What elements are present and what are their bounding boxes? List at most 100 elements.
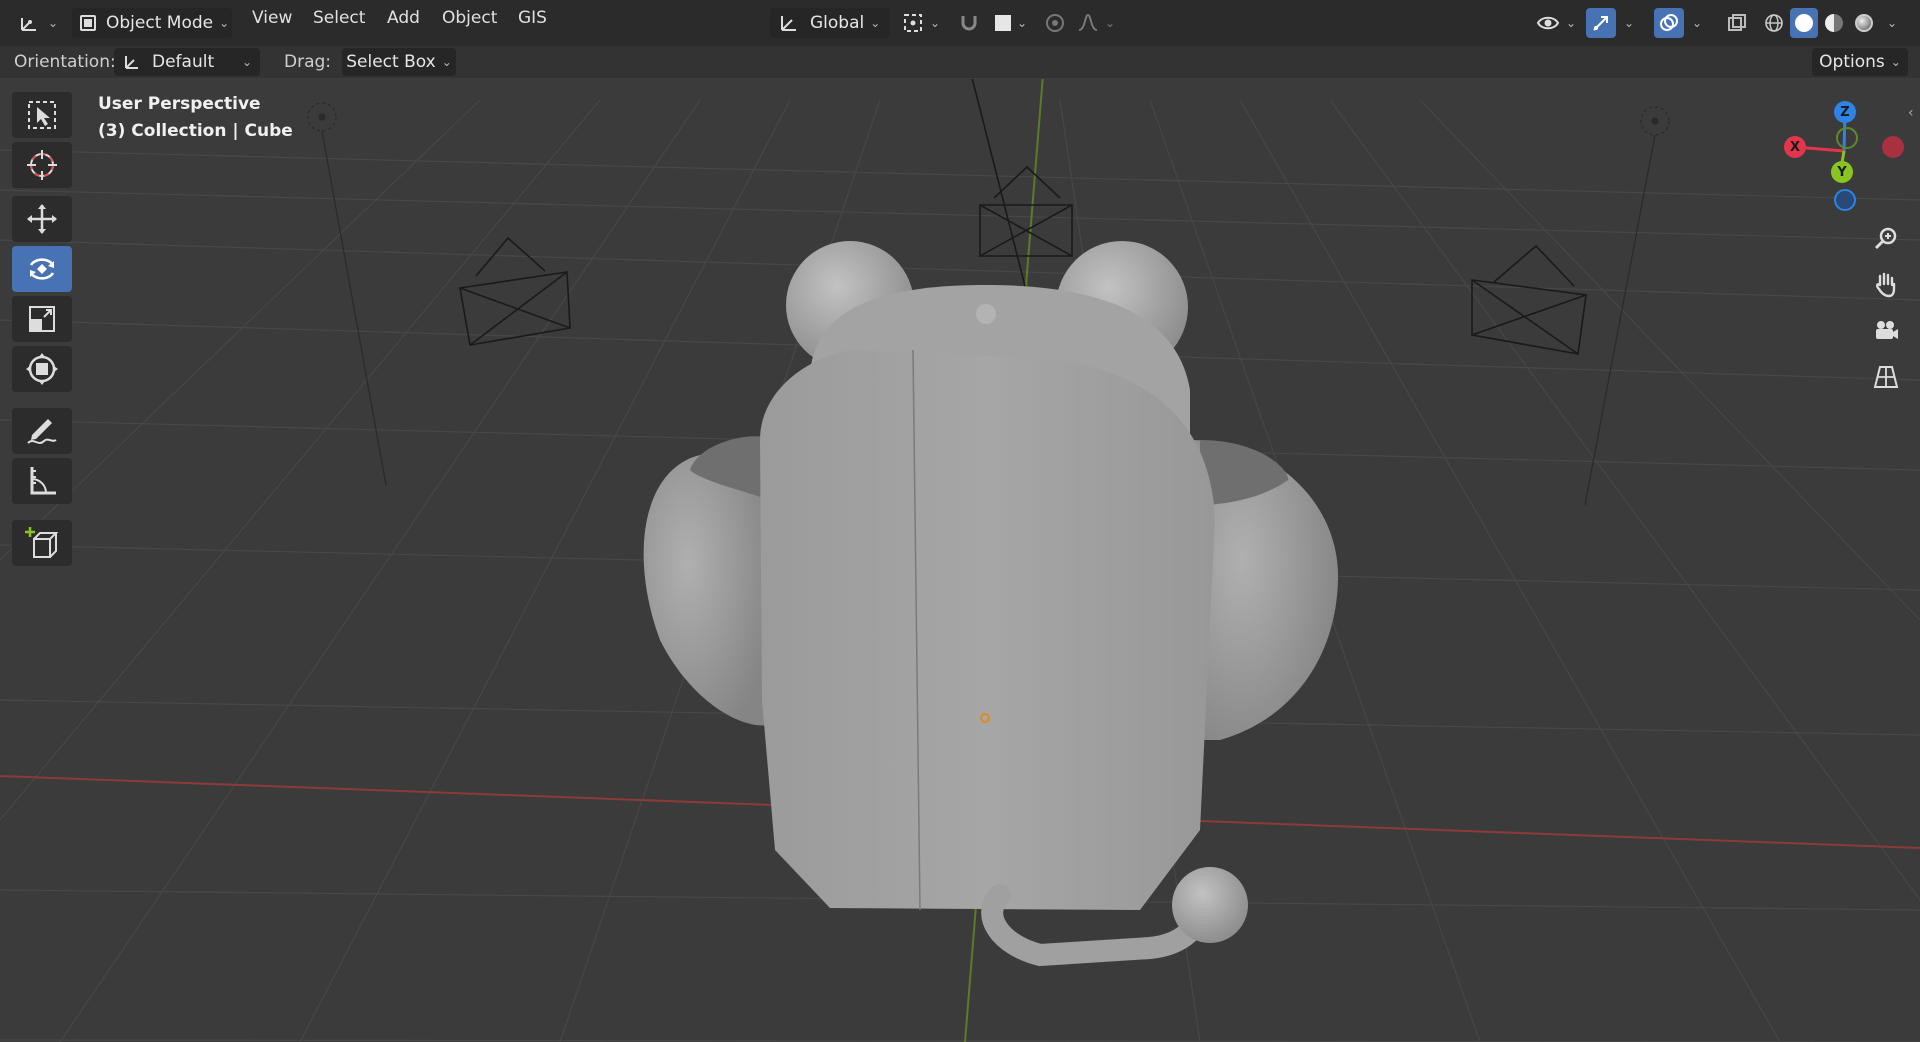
magnet-icon <box>961 16 977 31</box>
options-dropdown[interactable]: Options ⌄ <box>1812 48 1908 76</box>
gizmo-options[interactable]: ⌄ <box>1618 8 1640 38</box>
model-nub <box>976 304 996 324</box>
camera-right <box>1471 244 1587 355</box>
chevron-down-icon: ⌄ <box>929 16 941 30</box>
model-left-cup <box>643 436 770 726</box>
transform-axes-icon <box>781 16 796 31</box>
drag-dropdown[interactable]: Select Box ⌄ <box>342 48 456 76</box>
hand-icon <box>1876 272 1896 298</box>
tool-transform[interactable] <box>12 346 72 392</box>
overlays-icon <box>1660 14 1678 31</box>
editor-type-button[interactable]: ⌄ <box>16 8 60 38</box>
scale-icon <box>29 306 55 332</box>
chevron-down-icon: ⌄ <box>47 16 59 30</box>
perspective-toggle-button[interactable] <box>1866 357 1906 397</box>
visibility-button[interactable]: ⌄ <box>1534 8 1578 38</box>
zoom-icon <box>1874 227 1897 250</box>
proportional-edit-toggle[interactable] <box>1040 8 1070 38</box>
move-icon <box>27 204 57 234</box>
tool-settings-bar: Orientation: Default ⌄ Drag: Select Box … <box>0 46 1920 78</box>
xray-toggle[interactable] <box>1722 8 1752 38</box>
orientation-axes-icon <box>125 56 138 69</box>
wireframe-sphere-icon <box>1765 14 1783 32</box>
tool-measure[interactable] <box>12 458 72 504</box>
menu-object[interactable]: Object <box>442 8 497 28</box>
material-preview-button[interactable] <box>1820 8 1848 38</box>
rendered-shading-button[interactable] <box>1850 8 1878 38</box>
solid-sphere-icon <box>1795 14 1813 32</box>
grid-perspective-icon <box>1873 366 1899 388</box>
mode-selector[interactable]: Object Mode ⌄ <box>72 8 232 38</box>
viewport-scene <box>0 79 1920 1042</box>
video-camera-icon <box>1876 321 1898 339</box>
pencil-icon <box>27 419 57 444</box>
falloff-curve-icon <box>1078 13 1098 31</box>
model-right-cup <box>1190 440 1339 740</box>
axes-icon <box>20 18 36 31</box>
cursor-icon <box>27 150 57 180</box>
snap-square-icon <box>994 15 1011 31</box>
gizmo-toggle[interactable] <box>1586 8 1616 38</box>
gizmo-x-axis[interactable]: X <box>1784 136 1806 158</box>
camera-view-button[interactable] <box>1866 311 1906 351</box>
model-tail-ball <box>1172 867 1248 943</box>
add-cube-icon <box>25 527 59 558</box>
orientation-value: Default <box>152 52 215 72</box>
pan-button[interactable] <box>1866 264 1906 304</box>
snap-toggle[interactable] <box>954 8 984 38</box>
chevron-down-icon: ⌄ <box>1565 16 1577 30</box>
tool-add-cube[interactable] <box>12 520 72 566</box>
tool-scale[interactable] <box>12 296 72 342</box>
zoom-button[interactable] <box>1866 219 1906 259</box>
drag-value: Select Box <box>346 52 436 72</box>
solid-shading-button[interactable] <box>1790 8 1818 38</box>
navigation-gizmo[interactable]: Z X Y <box>1770 99 1910 219</box>
menu-view[interactable]: View <box>252 8 292 28</box>
xray-icon <box>1728 14 1746 31</box>
chevron-down-icon: ⌄ <box>1016 16 1028 30</box>
gizmo-z-axis[interactable]: Z <box>1834 101 1856 123</box>
sidebar-toggle[interactable]: ‹ <box>1908 105 1920 125</box>
options-label: Options <box>1819 52 1885 72</box>
overlays-options[interactable]: ⌄ <box>1686 8 1708 38</box>
menu-add[interactable]: Add <box>387 8 420 28</box>
chevron-down-icon: ⌄ <box>441 55 452 69</box>
pivot-point-button[interactable]: ⌄ <box>898 8 944 38</box>
chevron-down-icon: ⌄ <box>1691 16 1703 30</box>
menu-gis[interactable]: GIS <box>518 8 547 28</box>
drag-label: Drag: <box>284 52 332 72</box>
chevron-down-icon: ⌄ <box>241 55 252 69</box>
transform-orientation-selector[interactable]: Global ⌄ <box>770 8 890 38</box>
menu-select[interactable]: Select <box>313 8 365 28</box>
viewport-header: ⌄ Object Mode ⌄ View Select Add Object G… <box>0 0 1920 47</box>
object-mode-icon <box>80 15 96 31</box>
gizmo-neg-y-axis[interactable] <box>1836 127 1858 149</box>
shading-options[interactable]: ⌄ <box>1880 8 1904 38</box>
view-name: User Perspective <box>98 94 261 114</box>
gizmo-neg-x-axis[interactable] <box>1882 136 1904 158</box>
gizmo-y-axis[interactable]: Y <box>1831 161 1853 183</box>
chevron-down-icon: ⌄ <box>1104 16 1116 30</box>
tool-annotate[interactable] <box>12 408 72 454</box>
tool-rotate[interactable] <box>12 246 72 292</box>
orientation-dropdown[interactable]: Default ⌄ <box>114 48 260 76</box>
tool-cursor[interactable] <box>12 142 72 188</box>
tool-select-box[interactable] <box>12 92 72 138</box>
light-right <box>1584 106 1670 506</box>
chevron-down-icon: ⌄ <box>1890 55 1901 69</box>
mode-label: Object Mode <box>106 13 214 33</box>
wireframe-shading-button[interactable] <box>1760 8 1788 38</box>
select-box-icon <box>28 101 56 129</box>
3d-viewport[interactable]: User Perspective (3) Collection | Cube Z… <box>0 79 1920 1042</box>
gizmo-neg-z-axis[interactable] <box>1834 189 1856 211</box>
transform-icon <box>26 353 58 385</box>
tool-move[interactable] <box>12 196 72 242</box>
chevron-down-icon: ⌄ <box>1623 16 1635 30</box>
falloff-button[interactable]: ⌄ <box>1074 8 1118 38</box>
model-body <box>760 350 1215 910</box>
transform-orientation-label: Global <box>810 13 865 33</box>
overlays-toggle[interactable] <box>1654 8 1684 38</box>
chevron-down-icon: ⌄ <box>870 16 881 30</box>
snap-target-button[interactable]: ⌄ <box>988 8 1034 38</box>
gizmo-arrow-icon <box>1593 16 1608 31</box>
